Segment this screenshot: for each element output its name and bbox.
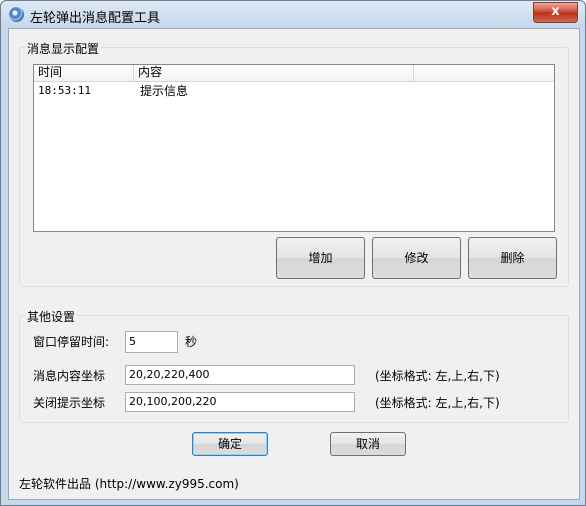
content-coord-label: 消息内容坐标 bbox=[33, 369, 106, 383]
row-time: 18:53:11 bbox=[38, 84, 91, 97]
stay-time-label: 窗口停留时间: bbox=[33, 335, 110, 349]
cancel-button[interactable]: 取消 bbox=[330, 432, 406, 456]
dialog-body: 消息显示配置 时间 内容 18:53:11 提示信息 增加 修改 删除 其他设置… bbox=[8, 28, 580, 500]
close-coord-label: 关闭提示坐标 bbox=[33, 396, 106, 410]
edit-button[interactable]: 修改 bbox=[372, 237, 461, 279]
title-bar[interactable]: 左轮弹出消息配置工具 x bbox=[1, 1, 585, 28]
list-row[interactable]: 18:53:11 提示信息 bbox=[34, 83, 554, 99]
stay-time-unit: 秒 bbox=[185, 335, 198, 349]
close-coord-input[interactable]: 20,100,200,220 bbox=[125, 392, 355, 412]
list-header: 时间 内容 bbox=[34, 65, 554, 82]
content-coord-input[interactable]: 20,20,220,400 bbox=[125, 365, 355, 385]
add-button[interactable]: 增加 bbox=[276, 237, 365, 279]
other-settings-legend: 其他设置 bbox=[25, 308, 78, 325]
close-button[interactable]: x bbox=[533, 2, 578, 23]
window-title: 左轮弹出消息配置工具 bbox=[30, 11, 161, 26]
credit-text: 左轮软件出品 (http://www.zy995.com) bbox=[19, 477, 239, 491]
column-header-empty[interactable] bbox=[414, 65, 554, 81]
content-coord-hint: (坐标格式: 左,上,右,下) bbox=[375, 369, 500, 383]
column-header-content[interactable]: 内容 bbox=[134, 65, 414, 81]
app-window: 左轮弹出消息配置工具 x 消息显示配置 时间 内容 18:53:11 提示信息 … bbox=[0, 0, 586, 506]
app-gear-icon bbox=[9, 7, 24, 22]
delete-button[interactable]: 删除 bbox=[468, 237, 557, 279]
message-config-legend: 消息显示配置 bbox=[25, 40, 102, 57]
column-header-time[interactable]: 时间 bbox=[34, 65, 134, 81]
ok-button[interactable]: 确定 bbox=[192, 432, 268, 456]
row-content: 提示信息 bbox=[140, 84, 189, 98]
close-coord-hint: (坐标格式: 左,上,右,下) bbox=[375, 396, 500, 410]
message-list[interactable]: 时间 内容 18:53:11 提示信息 bbox=[33, 64, 555, 232]
stay-time-input[interactable]: 5 bbox=[125, 331, 178, 353]
